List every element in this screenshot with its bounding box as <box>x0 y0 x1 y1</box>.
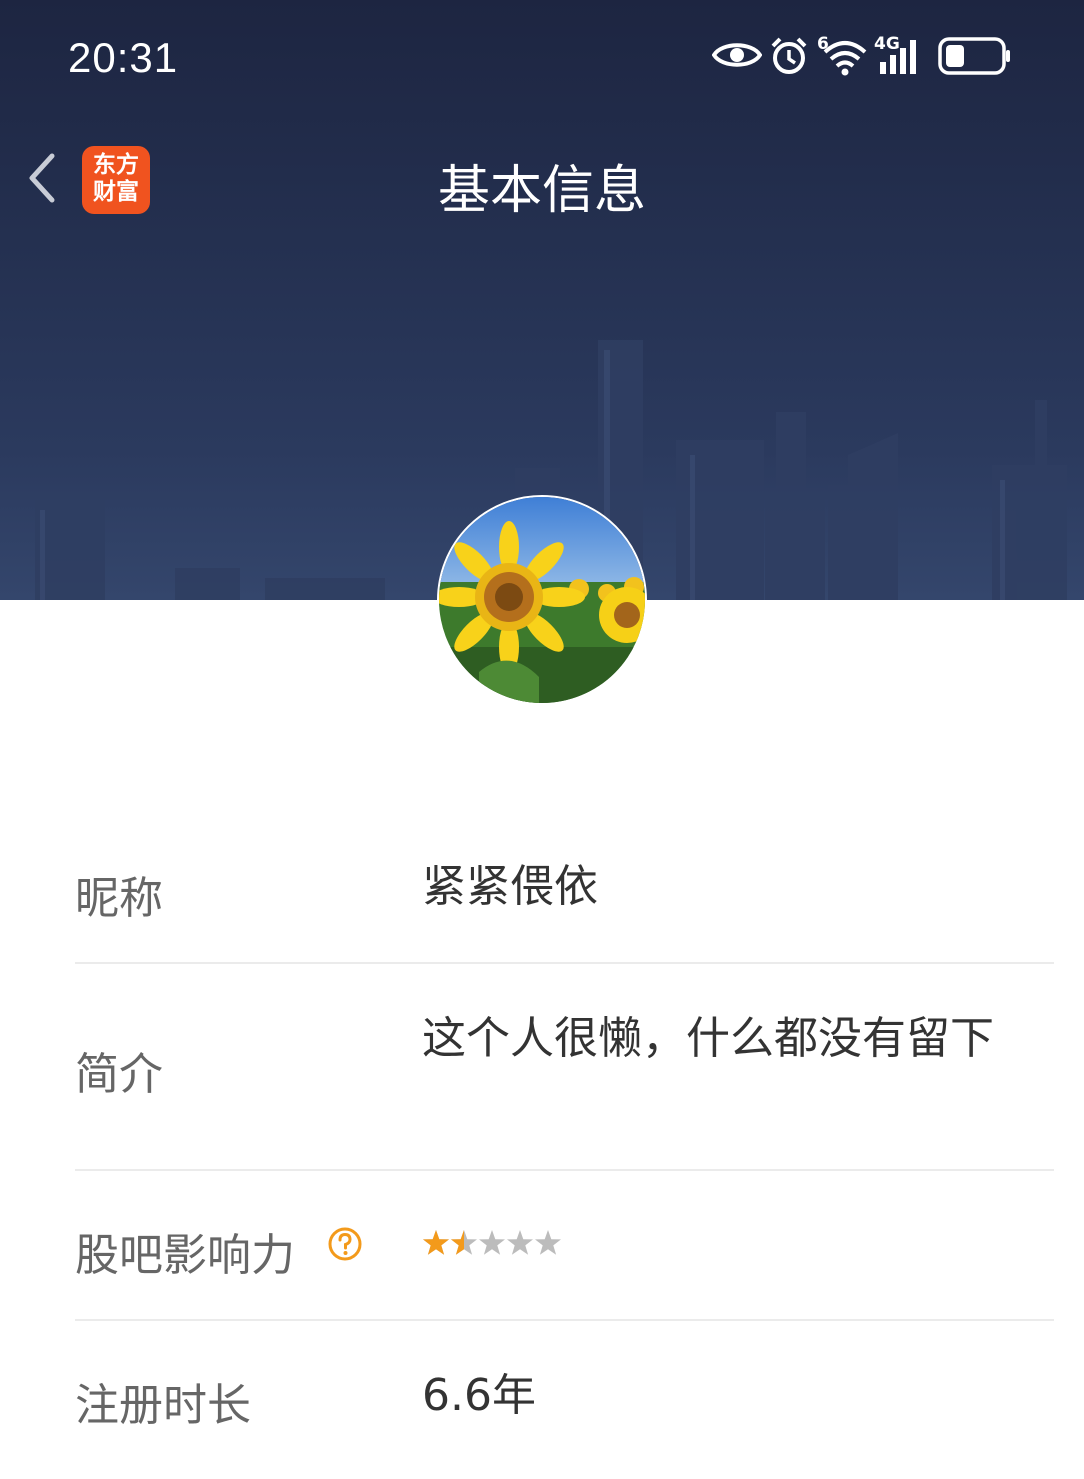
rating-star <box>451 1230 477 1255</box>
registration-row: 注册时长 6.6年 <box>75 1321 1054 1471</box>
registration-value: 6.6年 <box>422 1370 536 1421</box>
alarm-icon <box>771 37 807 74</box>
nickname-row: 昵称 紧紧偎依 <box>75 812 1054 964</box>
signal-icon <box>880 40 916 74</box>
rating-star <box>507 1230 533 1255</box>
status-time: 20:31 <box>68 34 179 81</box>
intro-row: 简介 这个人很懒，什么都没有留下 <box>75 964 1054 1171</box>
wifi-icon <box>823 41 867 76</box>
rating-star <box>535 1230 561 1255</box>
battery-icon <box>938 37 1010 75</box>
influence-label: 股吧影响力 <box>75 1230 295 1281</box>
sunflower-avatar-image <box>439 497 645 703</box>
status-bar: 20:31 6 4G <box>0 0 1084 115</box>
question-circle-icon[interactable] <box>327 1226 363 1262</box>
influence-row: 股吧影响力 <box>75 1171 1054 1321</box>
intro-label: 简介 <box>75 1049 163 1100</box>
rating-star <box>423 1230 449 1255</box>
nickname-label: 昵称 <box>75 873 163 924</box>
eye-icon <box>712 43 762 67</box>
intro-value: 这个人很懒，什么都没有留下 <box>422 1013 994 1064</box>
nav-bar: 东方 财富 基本信息 <box>0 130 1084 230</box>
avatar[interactable] <box>437 495 647 705</box>
registration-label: 注册时长 <box>75 1380 251 1431</box>
page-title: 基本信息 <box>437 161 646 221</box>
influence-rating <box>423 1230 561 1255</box>
nickname-value: 紧紧偎依 <box>422 861 598 912</box>
rating-star <box>479 1230 505 1255</box>
